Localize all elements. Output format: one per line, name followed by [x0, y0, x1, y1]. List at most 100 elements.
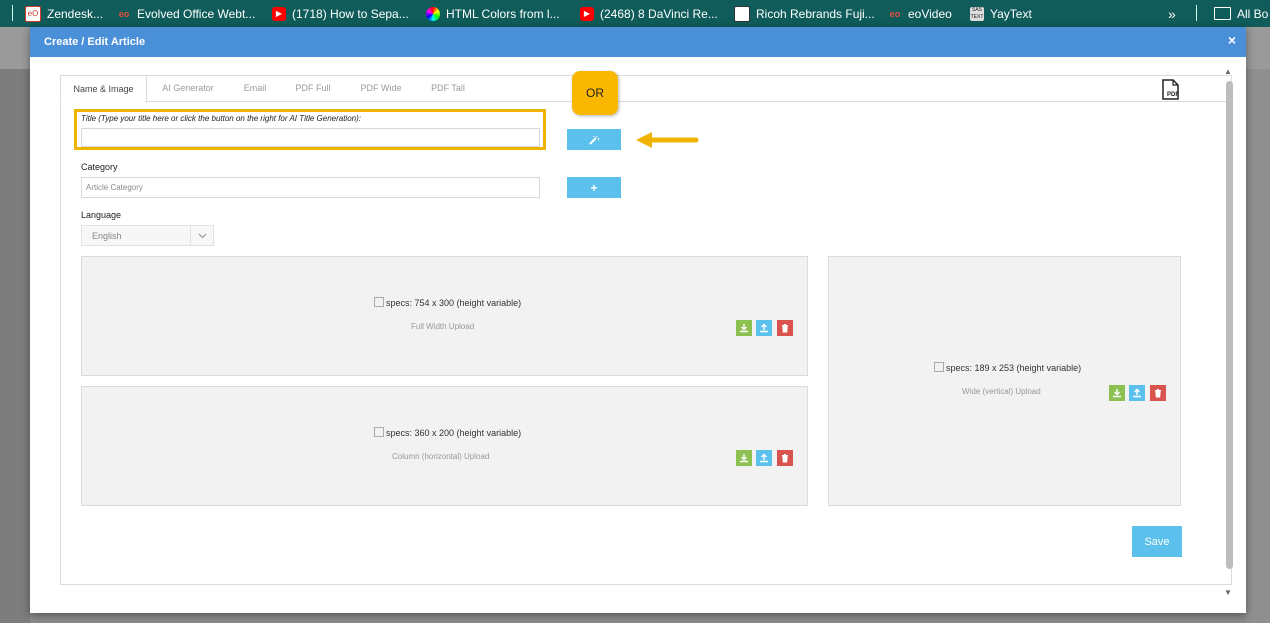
eo-logo-icon: eo [889, 8, 901, 19]
trash-icon [1155, 389, 1161, 398]
tab-ai-generator[interactable]: AI Generator [148, 75, 228, 101]
modal-title: Create / Edit Article [44, 36, 146, 48]
language-label: Language [81, 210, 122, 220]
broken-image-icon [374, 427, 384, 437]
plus-icon: + [590, 180, 598, 195]
bookmark-eovideo[interactable]: eo eoVideo [888, 0, 952, 27]
modal-scrollbar[interactable] [1226, 81, 1233, 569]
ai-title-generate-button[interactable] [567, 129, 621, 150]
bookmark-label: (1718) How to Sepa... [292, 6, 409, 21]
broken-image-icon [374, 297, 384, 307]
tab-pdf-full[interactable]: PDF Full [285, 75, 341, 101]
magic-wand-icon [589, 135, 600, 145]
bookmark-html-colors[interactable]: HTML Colors from l... [426, 0, 560, 27]
column-upload-area[interactable]: specs: 360 x 200 (height variable) Colum… [81, 386, 808, 506]
full-width-delete-button[interactable] [777, 320, 793, 336]
tab-label: PDF Wide [360, 83, 402, 93]
full-width-spec: specs: 754 x 300 (height variable) [374, 297, 521, 308]
tab-label: Email [243, 83, 267, 93]
bookmark-zendesk[interactable]: eO Zendesk... [25, 0, 103, 27]
wide-upload-label: Wide (vertical) Upload [962, 387, 1041, 396]
tab-name-image[interactable]: Name & Image [60, 75, 147, 103]
wide-delete-button[interactable] [1150, 385, 1166, 401]
download-icon [1113, 389, 1121, 398]
column-upload-button[interactable] [756, 450, 772, 466]
all-bookmarks-label: All Bo [1237, 6, 1269, 21]
close-icon[interactable]: × [1228, 32, 1236, 48]
pdf-icon[interactable]: PDF [1160, 79, 1180, 100]
tab-pdf-wide[interactable]: PDF Wide [350, 75, 412, 101]
bookmarks-separator [1196, 5, 1197, 21]
wide-upload-button[interactable] [1129, 385, 1145, 401]
folder-icon [1214, 7, 1231, 20]
spec-text: specs: 754 x 300 (height variable) [386, 298, 522, 308]
or-annotation-badge: OR [572, 71, 618, 115]
bookmark-evolved-office[interactable]: eo Evolved Office Webt... [117, 0, 256, 27]
category-label: Category [81, 162, 118, 172]
bookmark-youtube-1718[interactable]: ▶ (1718) How to Sepa... [272, 0, 409, 27]
background-right-edge [1246, 69, 1270, 623]
all-bookmarks-button[interactable]: All Bo [1214, 0, 1268, 27]
bookmark-label: YayText [990, 6, 1032, 21]
full-width-upload-area[interactable]: specs: 754 x 300 (height variable) Full … [81, 256, 808, 376]
page-icon [734, 5, 750, 22]
column-upload-label: Column (horizontal) Upload [392, 452, 490, 461]
bookmark-label: Ricoh Rebrands Fuji... [756, 6, 875, 21]
wide-spec: specs: 189 x 253 (height variable) [934, 362, 1081, 373]
full-width-upload-button[interactable] [756, 320, 772, 336]
wide-download-button[interactable] [1109, 385, 1125, 401]
tab-pdf-tall[interactable]: PDF Tall [420, 75, 476, 101]
upload-icon [760, 453, 768, 463]
pdf-icon-label: PDF [1167, 92, 1179, 98]
yaytext-icon: SAS TEXT [970, 6, 984, 21]
category-input[interactable]: Article Category [81, 177, 540, 198]
language-value: English [92, 230, 122, 241]
full-width-download-button[interactable] [736, 320, 752, 336]
full-width-upload-label: Full Width Upload [411, 322, 475, 331]
bookmarks-separator [12, 5, 13, 21]
bookmark-label: Evolved Office Webt... [137, 6, 256, 21]
bookmarks-bar: eO Zendesk... eo Evolved Office Webt... … [0, 0, 1270, 27]
bookmark-label: Zendesk... [47, 6, 104, 21]
scroll-down-icon[interactable]: ▼ [1224, 588, 1232, 597]
chevrons-right-icon: » [1168, 5, 1176, 22]
tab-label: AI Generator [162, 83, 214, 93]
background-sidebar [0, 69, 30, 623]
bookmark-ricoh[interactable]: Ricoh Rebrands Fuji... [734, 0, 875, 27]
modal-header: Create / Edit Article × [30, 27, 1246, 57]
broken-image-icon [934, 362, 944, 372]
save-button[interactable]: Save [1132, 526, 1182, 557]
language-select[interactable]: English [81, 225, 214, 246]
column-delete-button[interactable] [777, 450, 793, 466]
bookmark-youtube-2468[interactable]: ▶ (2468) 8 DaVinci Re... [580, 0, 718, 27]
youtube-icon: ▶ [580, 6, 594, 21]
title-input[interactable] [81, 128, 540, 147]
bookmark-label: HTML Colors from l... [446, 6, 560, 21]
eo-logo-icon: eo [118, 8, 130, 19]
column-spec: specs: 360 x 200 (height variable) [374, 427, 521, 438]
bookmark-label: eoVideo [908, 6, 952, 21]
wide-vertical-upload-area[interactable]: specs: 189 x 253 (height variable) Wide … [828, 256, 1181, 506]
tab-label: Name & Image [73, 84, 134, 94]
column-download-button[interactable] [736, 450, 752, 466]
color-wheel-icon [426, 6, 440, 21]
bookmarks-overflow-button[interactable]: » [1168, 0, 1176, 27]
spec-text: specs: 360 x 200 (height variable) [386, 428, 522, 438]
upload-icon [760, 323, 768, 333]
scroll-up-icon[interactable]: ▲ [1224, 67, 1232, 76]
or-label: OR [586, 86, 604, 100]
download-icon [740, 324, 748, 333]
create-edit-article-modal: Create / Edit Article × Name & Image AI … [30, 27, 1246, 613]
bookmark-label: (2468) 8 DaVinci Re... [600, 6, 718, 21]
arrow-annotation-icon [636, 132, 699, 148]
spec-text: specs: 189 x 253 (height variable) [946, 363, 1082, 373]
save-label: Save [1144, 535, 1170, 548]
upload-icon [1133, 388, 1141, 398]
tab-label: PDF Full [295, 83, 331, 93]
tab-email[interactable]: Email [230, 75, 280, 101]
eo-logo-icon: eO [25, 5, 41, 22]
add-category-button[interactable]: + [567, 177, 621, 198]
tab-label: PDF Tall [431, 83, 465, 93]
tabs-divider [145, 101, 1230, 102]
bookmark-yaytext[interactable]: SAS TEXT YayText [970, 0, 1032, 27]
